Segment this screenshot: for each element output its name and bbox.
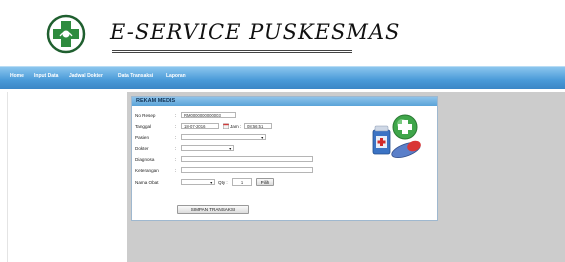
jam-label: Jam :: [230, 124, 242, 129]
colon: :: [175, 113, 177, 118]
qty-field[interactable]: 1: [232, 178, 252, 186]
no-resep-label: No Resep: [135, 113, 156, 118]
pasien-select[interactable]: ▼: [181, 134, 266, 140]
tanggal-field[interactable]: 18-07-2016: [181, 123, 219, 129]
colon: :: [175, 124, 177, 129]
nama-obat-select[interactable]: ▼: [181, 179, 215, 185]
keterangan-label: Keterangan: [135, 168, 159, 173]
pasien-label: Pasien: [135, 135, 150, 140]
title-underline: [112, 50, 352, 53]
calendar-icon[interactable]: [223, 123, 229, 129]
chevron-down-icon: ▼: [228, 147, 232, 151]
dokter-select[interactable]: ▼: [181, 145, 234, 151]
form-header: REKAM MEDIS: [132, 97, 437, 106]
pilih-button[interactable]: Pilih: [256, 178, 274, 186]
nav-home[interactable]: Home: [10, 73, 24, 79]
header: E-SERVICE PUSKESMAS: [0, 0, 565, 66]
colon: :: [175, 135, 177, 140]
medicine-icon: [372, 114, 421, 159]
sidebar: [7, 92, 128, 262]
colon: :: [175, 146, 177, 151]
nama-obat-label: Nama Obat: [135, 180, 159, 185]
app-title: E-SERVICE PUSKESMAS: [110, 20, 401, 44]
colon: :: [175, 157, 177, 162]
diagnosa-field[interactable]: [181, 156, 313, 162]
colon: :: [175, 168, 177, 173]
keterangan-field[interactable]: [181, 167, 313, 173]
chevron-down-icon: ▼: [209, 181, 213, 185]
navbar: Home Input Data Jadwal Dokter Data Trans…: [0, 66, 565, 89]
simpan-transaksi-button[interactable]: SIMPAN TRANSAKSI: [177, 205, 249, 214]
diagnosa-label: Diagnosa: [135, 157, 155, 162]
jam-field[interactable]: 08:56:51: [244, 123, 272, 129]
dokter-label: Dokter: [135, 146, 149, 151]
nav-data-transaksi[interactable]: Data Transaksi: [118, 73, 153, 79]
nav-laporan[interactable]: Laporan: [166, 73, 186, 79]
nav-input-data[interactable]: Input Data: [34, 73, 58, 79]
form-title: REKAM MEDIS: [136, 98, 176, 104]
rekam-medis-form: REKAM MEDIS No Resep : RM0000000000003 T…: [131, 96, 438, 221]
chevron-down-icon: ▼: [260, 136, 264, 140]
tanggal-label: Tanggal: [135, 124, 152, 129]
nav-jadwal-dokter[interactable]: Jadwal Dokter: [69, 73, 103, 79]
qty-label: Qty :: [218, 180, 228, 185]
no-resep-field[interactable]: RM0000000000003: [181, 112, 236, 118]
cross-logo-icon: [46, 14, 86, 54]
